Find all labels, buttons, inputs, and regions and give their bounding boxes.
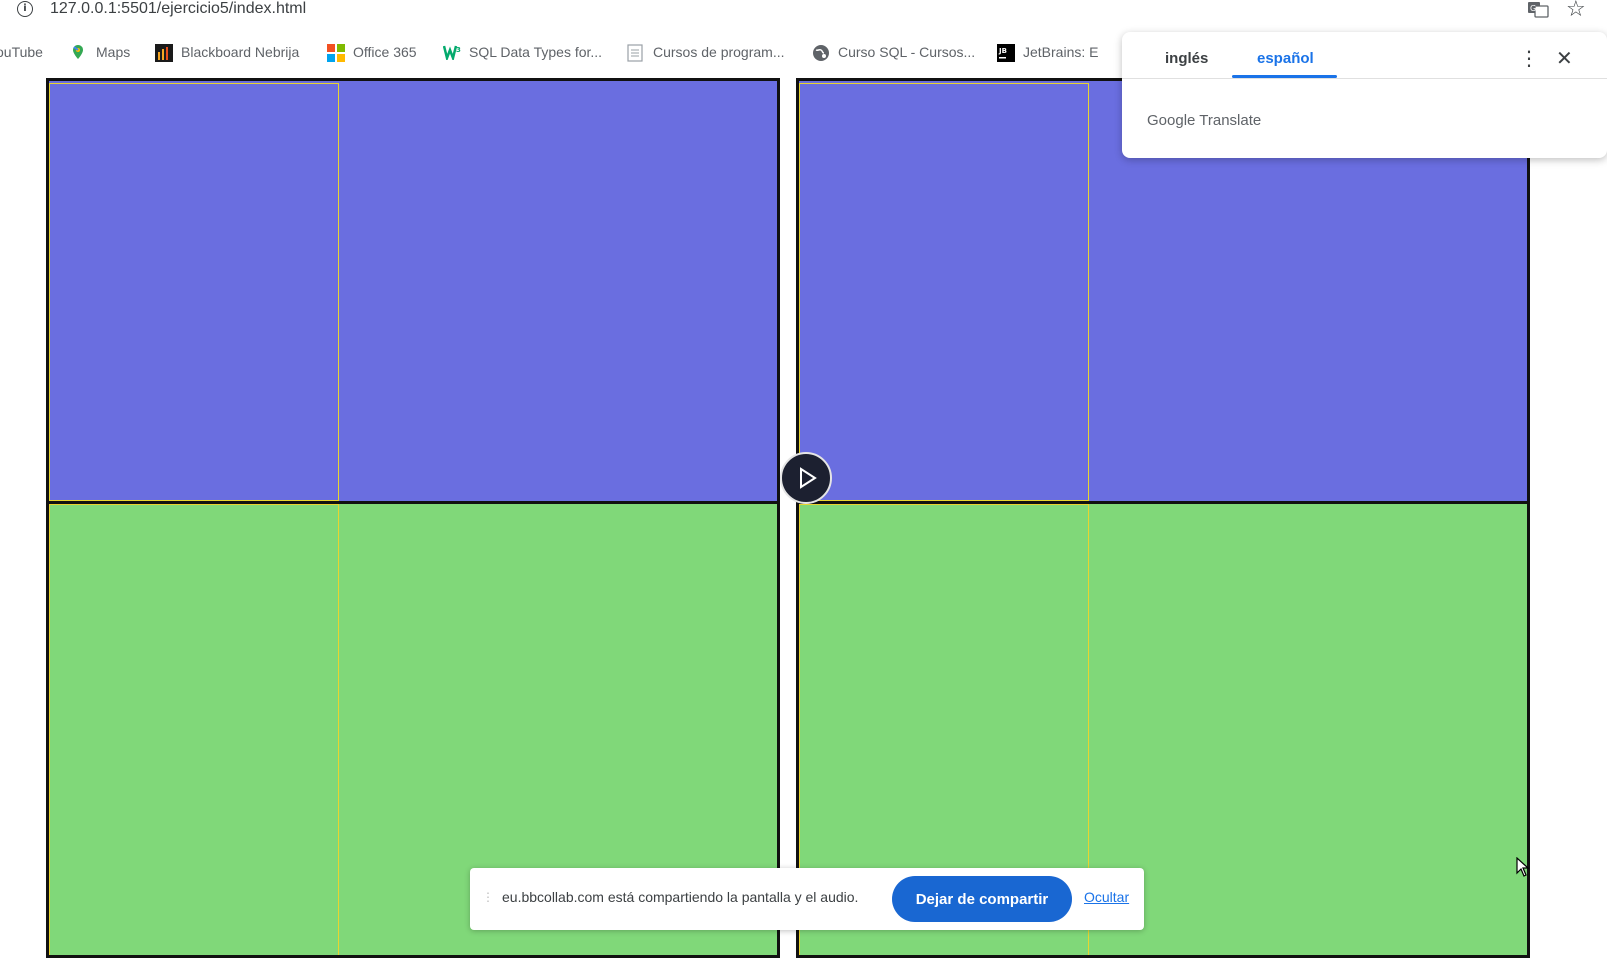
bookmark-blackboard[interactable]: Blackboard Nebrija: [155, 44, 300, 62]
share-message: eu.bbcollab.com está compartiendo la pan…: [502, 889, 859, 905]
container-right: [796, 78, 1530, 958]
stop-sharing-button[interactable]: Dejar de compartir: [892, 876, 1072, 922]
bookmark-label: Blackboard Nebrija: [181, 44, 300, 60]
bookmark-label: Cursos de program...: [653, 44, 785, 60]
row-top-left: [49, 81, 777, 501]
svg-text:3: 3: [456, 46, 461, 54]
hide-link[interactable]: Ocultar: [1084, 889, 1129, 905]
globe-icon: [812, 44, 829, 61]
bookmark-label: Office 365: [353, 44, 417, 60]
bookmark-label: Curso SQL - Cursos...: [838, 44, 976, 60]
svg-text:G: G: [1530, 4, 1536, 13]
container-left: [46, 78, 780, 958]
bookmark-maps[interactable]: Maps: [70, 44, 130, 60]
bookmark-jetbrains[interactable]: JB JetBrains: E: [997, 44, 1099, 62]
url-text[interactable]: 127.0.0.1:5501/ejercicio5/index.html: [50, 0, 306, 18]
bookmark-curso-sql[interactable]: Curso SQL - Cursos...: [812, 44, 976, 61]
bookmark-label: SQL Data Types for...: [469, 44, 603, 60]
translate-popup: inglés español ⋮ ✕ Google Translate: [1122, 32, 1607, 158]
tab-source-language[interactable]: inglés: [1165, 50, 1208, 67]
mouse-cursor-icon: [1516, 857, 1530, 877]
cell-bottom-left-1: [49, 504, 339, 955]
bookmark-label: ouTube: [0, 44, 43, 60]
play-icon: [800, 467, 817, 489]
star-icon[interactable]: ☆: [1566, 0, 1586, 22]
translate-icon[interactable]: G: [1527, 1, 1549, 18]
page-icon: [627, 44, 643, 62]
play-button[interactable]: [780, 452, 832, 504]
close-icon[interactable]: ✕: [1556, 46, 1573, 70]
cell-top-right-1: [799, 83, 1089, 501]
blackboard-icon: [155, 44, 173, 62]
bookmark-sql-types[interactable]: 3 SQL Data Types for...: [442, 44, 603, 63]
address-bar[interactable]: i 127.0.0.1:5501/ejercicio5/index.html G…: [0, 0, 1607, 22]
page-content: [46, 78, 1566, 958]
jetbrains-icon: JB: [997, 44, 1015, 62]
bookmark-cursos-programacion[interactable]: Cursos de program...: [627, 44, 785, 62]
w3-icon: 3: [442, 44, 461, 63]
tab-target-language[interactable]: español: [1257, 50, 1314, 67]
bookmark-office[interactable]: Office 365: [327, 44, 417, 62]
bookmark-youtube[interactable]: ouTube: [0, 44, 43, 60]
bookmarks-bar: ouTube Maps Blackboard Nebrija Office 36…: [0, 36, 1130, 70]
more-vert-icon[interactable]: ⋮: [1519, 46, 1539, 70]
cell-top-left-1: [49, 83, 339, 501]
drag-handle-icon[interactable]: ⋮: [482, 890, 494, 906]
info-icon[interactable]: i: [17, 1, 33, 17]
bookmark-label: Maps: [96, 44, 131, 60]
office-icon: [327, 44, 345, 62]
svg-text:JB: JB: [998, 47, 1007, 55]
divider: [1122, 78, 1607, 79]
maps-icon: [70, 44, 86, 60]
bookmark-label: JetBrains: E: [1023, 44, 1099, 60]
screen-share-bar: ⋮ eu.bbcollab.com está compartiendo la p…: [470, 868, 1144, 930]
google-translate-label: Google Translate: [1147, 112, 1262, 129]
